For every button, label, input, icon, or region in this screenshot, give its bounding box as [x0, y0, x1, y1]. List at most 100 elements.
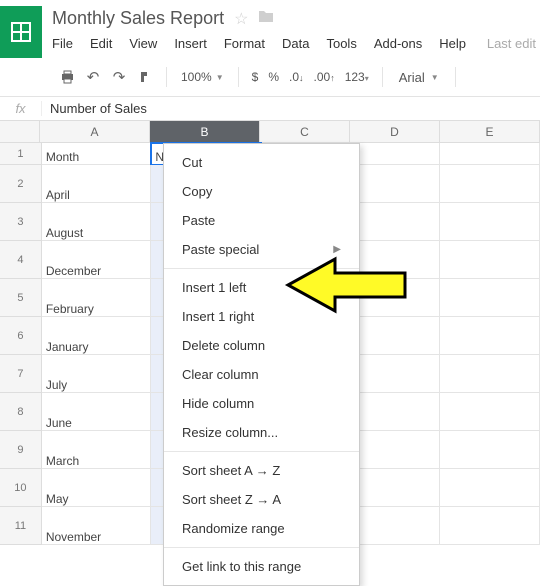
menu-bar: File Edit View Insert Format Data Tools …: [52, 29, 540, 51]
row-header[interactable]: 1: [0, 143, 42, 165]
col-header-a[interactable]: A: [40, 121, 150, 143]
cm-hide-col[interactable]: Hide column: [164, 389, 359, 418]
cell[interactable]: [351, 469, 441, 507]
cell[interactable]: [440, 241, 540, 279]
cm-paste-special-label: Paste special: [182, 242, 259, 257]
increase-decimal[interactable]: .00↑: [311, 70, 338, 84]
cell[interactable]: August: [42, 203, 152, 241]
row-header[interactable]: 8: [0, 393, 42, 431]
menu-tools[interactable]: Tools: [326, 36, 356, 51]
formula-bar: fx Number of Sales: [0, 97, 540, 121]
cell[interactable]: [351, 431, 441, 469]
last-edit[interactable]: Last edit: [487, 36, 536, 51]
cm-sort-az[interactable]: Sort sheet A → Z: [164, 456, 359, 485]
zoom-select[interactable]: 100%▼: [177, 70, 228, 84]
sheets-logo[interactable]: [0, 6, 42, 58]
cell[interactable]: March: [42, 431, 152, 469]
cell[interactable]: February: [42, 279, 152, 317]
cell[interactable]: December: [42, 241, 152, 279]
col-header-e[interactable]: E: [440, 121, 540, 143]
cm-resize-col[interactable]: Resize column...: [164, 418, 359, 447]
cell[interactable]: [440, 355, 540, 393]
cm-paste[interactable]: Paste: [164, 206, 359, 235]
folder-icon[interactable]: [258, 9, 274, 28]
font-name: Arial: [399, 70, 425, 85]
col-header-d[interactable]: D: [350, 121, 440, 143]
row-header[interactable]: 11: [0, 507, 42, 545]
cell[interactable]: [440, 431, 540, 469]
cell[interactable]: November: [42, 507, 152, 545]
cell[interactable]: [351, 203, 441, 241]
cell[interactable]: [440, 165, 540, 203]
cm-get-link[interactable]: Get link to this range: [164, 552, 359, 581]
doc-title-row: Monthly Sales Report ☆: [52, 6, 540, 29]
grid-body: 1 Month Num 2April 3August 4December 5Fe…: [0, 143, 540, 545]
menu-edit[interactable]: Edit: [90, 36, 112, 51]
cm-randomize[interactable]: Randomize range: [164, 514, 359, 543]
cell[interactable]: April: [42, 165, 152, 203]
row-header[interactable]: 2: [0, 165, 42, 203]
col-header-b[interactable]: B: [150, 121, 260, 143]
menu-data[interactable]: Data: [282, 36, 309, 51]
cell[interactable]: [351, 355, 441, 393]
cell[interactable]: [440, 393, 540, 431]
row-header[interactable]: 7: [0, 355, 42, 393]
star-icon[interactable]: ☆: [234, 9, 248, 29]
cm-clear-col[interactable]: Clear column: [164, 360, 359, 389]
chevron-down-icon: ▼: [216, 73, 224, 82]
cell[interactable]: [440, 317, 540, 355]
menu-separator: [164, 547, 359, 548]
cm-copy[interactable]: Copy: [164, 177, 359, 206]
paint-format-icon[interactable]: [134, 66, 156, 88]
cell[interactable]: [351, 507, 441, 545]
chevron-down-icon: ▼: [431, 73, 439, 82]
cm-delete-col[interactable]: Delete column: [164, 331, 359, 360]
cell[interactable]: January: [42, 317, 152, 355]
format-currency[interactable]: $: [249, 70, 262, 84]
menu-view[interactable]: View: [129, 36, 157, 51]
redo-icon[interactable]: ↷: [108, 66, 130, 88]
cm-cut[interactable]: Cut: [164, 148, 359, 177]
font-select[interactable]: Arial ▼: [393, 70, 445, 85]
more-formats[interactable]: 123▾: [342, 70, 372, 84]
cm-sort-za[interactable]: Sort sheet Z → A: [164, 485, 359, 514]
row-header[interactable]: 6: [0, 317, 42, 355]
cell[interactable]: May: [42, 469, 152, 507]
menu-file[interactable]: File: [52, 36, 73, 51]
format-percent[interactable]: %: [265, 70, 282, 84]
app-header: Monthly Sales Report ☆ File Edit View In…: [0, 0, 540, 58]
select-all-corner[interactable]: [0, 121, 40, 143]
cell[interactable]: Month: [42, 143, 152, 165]
cell[interactable]: [440, 507, 540, 545]
column-header-row: A B C D E: [0, 121, 540, 143]
menu-format[interactable]: Format: [224, 36, 265, 51]
menu-addons[interactable]: Add-ons: [374, 36, 422, 51]
menu-help[interactable]: Help: [439, 36, 466, 51]
cell[interactable]: July: [42, 355, 152, 393]
row-header[interactable]: 3: [0, 203, 42, 241]
print-icon[interactable]: [56, 66, 78, 88]
cell[interactable]: [440, 469, 540, 507]
fx-input[interactable]: Number of Sales: [42, 101, 540, 116]
cell[interactable]: [351, 317, 441, 355]
menu-insert[interactable]: Insert: [174, 36, 207, 51]
context-menu: Cut Copy Paste Paste special▶ Insert 1 l…: [163, 143, 360, 586]
doc-title[interactable]: Monthly Sales Report: [52, 8, 224, 29]
toolbar: ↶ ↷ 100%▼ $ % .0↓ .00↑ 123▾ Arial ▼: [0, 58, 540, 97]
decrease-decimal[interactable]: .0↓: [286, 70, 307, 84]
cell[interactable]: [440, 279, 540, 317]
row-header[interactable]: 9: [0, 431, 42, 469]
col-header-c[interactable]: C: [260, 121, 350, 143]
cell[interactable]: [351, 143, 441, 165]
cell[interactable]: [440, 203, 540, 241]
row-header[interactable]: 10: [0, 469, 42, 507]
cell[interactable]: June: [42, 393, 152, 431]
cell[interactable]: [351, 393, 441, 431]
annotation-arrow: [280, 255, 410, 318]
cell[interactable]: [440, 143, 540, 165]
sheets-icon: [9, 20, 33, 44]
row-header[interactable]: 4: [0, 241, 42, 279]
undo-icon[interactable]: ↶: [82, 66, 104, 88]
row-header[interactable]: 5: [0, 279, 42, 317]
cell[interactable]: [351, 165, 441, 203]
